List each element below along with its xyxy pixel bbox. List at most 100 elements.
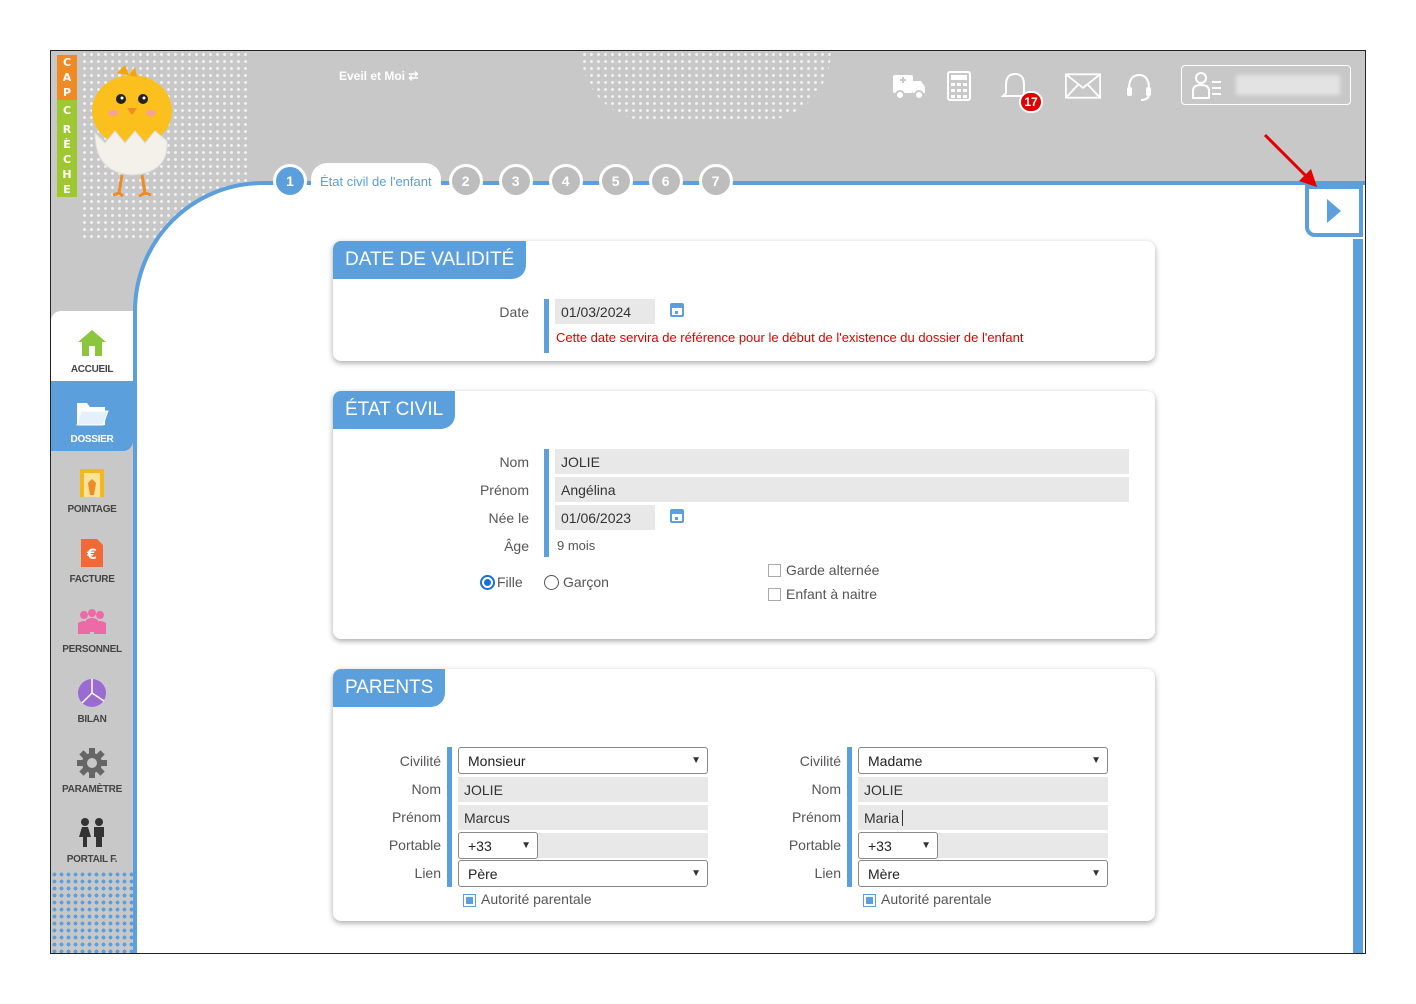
sidebar-item-label: PARAMÈTRE [62, 784, 122, 795]
logo-letter: E [57, 182, 77, 197]
sidebar-item-label: FACTURE [69, 574, 115, 585]
swap-icon: ⇄ [408, 69, 419, 83]
card-title: PARENTS [333, 669, 446, 707]
sidebar-item-accueil[interactable]: ACCUEIL [51, 311, 133, 381]
logo-letters: C A P C R È C H E [57, 55, 77, 235]
parent2-autorite-checkbox[interactable] [863, 894, 876, 907]
select-value: +33 [468, 837, 492, 854]
portable-label: Portable [788, 837, 841, 853]
sidebar-item-label: PERSONNEL [62, 644, 122, 655]
svg-text:€: € [86, 547, 96, 563]
parent2-indicatif-select[interactable]: +33 ▼ [858, 832, 938, 859]
parent1-civilite-select[interactable]: Monsieur ▼ [458, 747, 708, 774]
chevron-down-icon: ▼ [1091, 868, 1101, 879]
app-title: Eveil et Moi [339, 69, 406, 83]
chevron-down-icon: ▼ [1091, 755, 1101, 766]
card-etat-civil: ÉTAT CIVIL Nom Prénom Née le Âge JOLIE A… [333, 391, 1155, 639]
logo-letter: R [57, 122, 77, 137]
support-button[interactable] [1121, 69, 1157, 103]
child-age-value: 9 mois [557, 538, 596, 553]
sidebar-item-label: DOSSIER [70, 434, 114, 445]
child-birthdate-input[interactable]: 01/06/2023 [555, 505, 655, 530]
enfant-a-naitre-label: Enfant à naitre [786, 586, 878, 602]
calculator-button[interactable] [941, 69, 977, 103]
garcon-radio[interactable] [544, 575, 559, 590]
parent1-lien-select[interactable]: Père ▼ [458, 860, 708, 887]
step-4[interactable]: 4 [548, 164, 583, 198]
field-marker [544, 449, 549, 557]
parent1-autorite-checkbox[interactable] [463, 894, 476, 907]
parent1-nom-input[interactable]: JOLIE [458, 777, 708, 802]
select-value: +33 [868, 837, 892, 854]
calendar-icon[interactable] [670, 303, 684, 317]
mail-icon [1065, 73, 1101, 99]
nom-label: Nom [499, 454, 529, 470]
sidebar-item-label: ACCUEIL [70, 364, 114, 375]
app-window: C A P C R È C H E Eveil et Moi ⇄ 1 7 1 Ét… [50, 50, 1366, 954]
sidebar-item-pointage[interactable]: POINTAGE [51, 451, 133, 521]
garde-alternee-checkbox[interactable] [768, 564, 781, 577]
sidebar-item-dossier[interactable]: DOSSIER [51, 381, 133, 451]
birthdate-label: Née le [488, 510, 529, 526]
step-6[interactable]: 6 [648, 164, 683, 198]
sidebar-item-label: BILAN [77, 714, 107, 725]
step-3[interactable]: 3 [498, 164, 533, 198]
fille-radio[interactable] [480, 575, 495, 590]
logo-letter: P [57, 85, 77, 100]
sidebar-item-parametre[interactable]: PARAMÈTRE [51, 731, 133, 801]
prenom-label: Prénom [479, 482, 529, 498]
user-menu[interactable] [1181, 65, 1351, 105]
field-marker [544, 299, 549, 353]
parent2-lien-select[interactable]: Mère ▼ [858, 860, 1108, 887]
civilite-label: Civilité [799, 753, 841, 769]
select-value: Mère [868, 865, 900, 882]
parent2-nom-input[interactable]: JOLIE [858, 777, 1108, 802]
ambulance-button[interactable] [891, 69, 927, 103]
chevron-down-icon: ▼ [521, 840, 531, 851]
sidebar-item-facture[interactable]: € FACTURE [51, 521, 133, 591]
step-2[interactable]: 2 [448, 164, 483, 198]
parent1-indicatif-select[interactable]: +33 ▼ [458, 832, 538, 859]
parent1-prenom-input[interactable]: Marcus [458, 805, 708, 830]
invoice-icon: € [75, 536, 109, 570]
lien-label: Lien [814, 865, 841, 881]
select-value: Père [468, 865, 498, 882]
parent2-prenom-input[interactable]: Maria [858, 805, 1108, 830]
validity-date-input[interactable]: 01/03/2024 [555, 299, 655, 324]
sidebar-item-label: PORTAIL F. [66, 854, 118, 865]
input-value: Maria [864, 809, 900, 826]
user-icon [1192, 72, 1221, 99]
card-parents: PARENTS Civilité Nom Prénom Portable Lie… [333, 669, 1155, 921]
pie-chart-icon [75, 676, 109, 710]
parent2-civilite-select[interactable]: Madame ▼ [858, 747, 1108, 774]
chick-logo-icon [92, 65, 172, 198]
nom-label: Nom [811, 781, 841, 797]
garde-alternee-label: Garde alternée [786, 562, 880, 578]
date-label: Date [499, 304, 529, 320]
enfant-a-naitre-checkbox[interactable] [768, 588, 781, 601]
step-5[interactable]: 5 [598, 164, 633, 198]
messages-button[interactable] [1065, 69, 1101, 103]
panel-toggle-button[interactable] [1305, 185, 1363, 237]
chevron-down-icon: ▼ [921, 840, 931, 851]
dot-pattern [51, 871, 133, 953]
gear-icon [75, 746, 109, 780]
logo-letter: C [57, 100, 77, 122]
step-7[interactable]: 7 [698, 164, 733, 198]
sidebar-item-portail[interactable]: PORTAIL F. [51, 801, 133, 871]
fille-label: Fille [497, 574, 523, 590]
sidebar-item-bilan[interactable]: BILAN [51, 661, 133, 731]
step-1[interactable]: 1 [273, 164, 307, 198]
child-prenom-input[interactable]: Angélina [555, 477, 1129, 502]
parent1-autorite-label: Autorité parentale [481, 891, 592, 907]
app-switcher[interactable]: Eveil et Moi ⇄ [339, 69, 418, 83]
field-marker [447, 747, 452, 887]
child-nom-input[interactable]: JOLIE [555, 449, 1129, 474]
calendar-icon[interactable] [670, 509, 684, 523]
sidebar-item-personnel[interactable]: PERSONNEL [51, 591, 133, 661]
chevron-down-icon: ▼ [691, 868, 701, 879]
dot-pattern [581, 51, 831, 121]
portable-label: Portable [388, 837, 441, 853]
scrollbar[interactable] [1353, 239, 1363, 953]
door-icon [75, 466, 109, 500]
